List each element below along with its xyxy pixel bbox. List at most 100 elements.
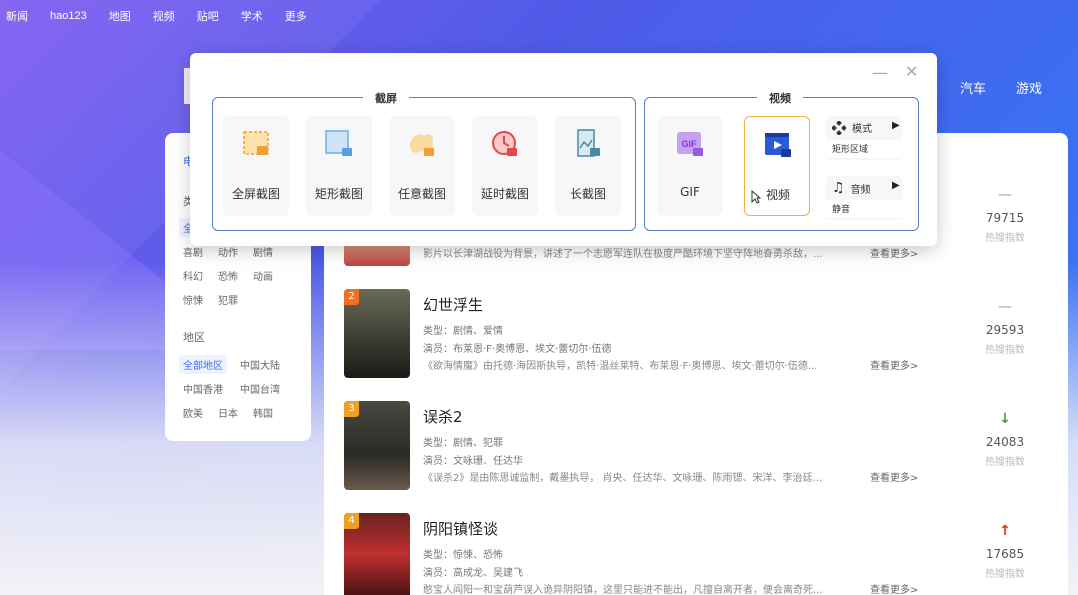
delay-capture-button[interactable]: 延时截图	[472, 116, 538, 216]
rank-badge: 2	[344, 289, 359, 305]
audio-value: 静音	[826, 200, 902, 218]
nav-link[interactable]: 视频	[153, 8, 175, 24]
region-chip[interactable]: 日本	[218, 405, 238, 420]
region-chip[interactable]: 中国大陆	[240, 357, 280, 372]
trend-flat-icon: —	[998, 299, 1012, 315]
trend-up-icon: ↑	[999, 523, 1011, 539]
screenshot-group-title: 截屏	[363, 90, 409, 106]
music-note-icon: ♫	[832, 180, 845, 196]
movie-cast: 演员：布莱恩·F·奥博恩、埃文·蕾切尔·伍德	[423, 344, 612, 355]
movie-cast: 演员：高成龙、吴建飞	[423, 568, 523, 579]
region-filter-label: 地区	[183, 331, 205, 344]
type-chip[interactable]: 科幻	[183, 268, 203, 283]
tool-label: GIF	[680, 185, 700, 199]
view-more-link[interactable]: 查看更多>	[870, 357, 918, 372]
list-item[interactable]: 2 幻世浮生 类型：剧情、爱情 演员：布莱恩·F·奥博恩、埃文·蕾切尔·伍德 《…	[344, 289, 1064, 389]
close-icon[interactable]: ✕	[905, 62, 918, 81]
movie-title[interactable]: 误杀2	[423, 406, 463, 427]
movie-type: 类型：惊悚、恐怖	[423, 550, 503, 561]
tool-label: 矩形截图	[314, 187, 363, 201]
hot-index-label: 热搜指数	[985, 457, 1025, 468]
view-more-link[interactable]: 查看更多>	[870, 469, 918, 484]
list-item[interactable]: 3 误杀2 类型：剧情、犯罪 演员：文咏珊、任达华 《误杀2》是由陈思诚监制，戴…	[344, 401, 1064, 501]
hot-index: 17685	[985, 547, 1025, 561]
category-link-car[interactable]: 汽车	[960, 78, 986, 97]
type-chip[interactable]: 动作	[218, 244, 238, 259]
minimize-icon[interactable]: —	[872, 63, 888, 82]
type-chip[interactable]: 惊悚	[183, 292, 203, 307]
movie-description: 憨宝人阎阳一和宝葫芦误入诡异阴阳镇，这里只能进不能出，凡擅自离开者，便会离奇死.…	[423, 585, 823, 595]
hot-index: 29593	[985, 323, 1025, 337]
movie-poster[interactable]: 3	[344, 401, 410, 490]
play-arrow-icon: ▶	[892, 120, 900, 131]
fullscreen-capture-icon	[243, 131, 269, 155]
trend-block: — 79715 热搜指数	[980, 187, 1030, 244]
type-chip[interactable]: 恐怖	[218, 268, 238, 283]
hot-index: 24083	[985, 435, 1025, 449]
play-arrow-icon: ▶	[892, 180, 900, 191]
audio-row: ♫ 音频 ▶	[832, 180, 902, 196]
gif-record-button[interactable]: GIF GIF	[657, 116, 723, 216]
region-chip-all[interactable]: 全部地区	[179, 355, 227, 374]
region-chip[interactable]: 韩国	[253, 405, 273, 420]
hot-index-label: 热搜指数	[985, 233, 1025, 244]
fullscreen-capture-button[interactable]: 全屏截图	[223, 116, 289, 216]
freeform-capture-icon	[410, 134, 434, 156]
list-item[interactable]: 4 阴阳镇怪谈 类型：惊悚、恐怖 演员：高成龙、吴建飞 憨宝人阎阳一和宝葫芦误入…	[344, 513, 1064, 595]
video-group: 视频 GIF GIF 视频 模式 ▶ 矩形区域 ♫ 音频 ▶ 静音	[644, 90, 919, 231]
movie-poster[interactable]: 2	[344, 289, 410, 378]
tool-label: 任意截图	[397, 187, 446, 201]
type-chip[interactable]: 喜剧	[183, 244, 203, 259]
audio-selector[interactable]: ♫ 音频 ▶ 静音	[826, 176, 902, 220]
tool-label: 全屏截图	[231, 187, 280, 201]
tool-label: 长截图	[569, 187, 606, 201]
mouse-cursor-icon	[751, 190, 761, 204]
video-group-title: 视频	[757, 90, 803, 106]
screenshot-group: 截屏 全屏截图 矩形截图 任意截图 延时截图 长截图	[212, 90, 636, 231]
nav-link[interactable]: 新闻	[6, 8, 28, 24]
rank-badge: 4	[344, 513, 359, 529]
trend-block: ↑ 17685 热搜指数	[980, 523, 1030, 580]
capture-tool-popup: — ✕ 截屏 全屏截图 矩形截图 任意截图 延时截图 长截图 视频 GIF GI…	[190, 53, 937, 246]
delay-capture-icon	[492, 131, 517, 156]
movie-description: 《误杀2》是由陈思诚监制，戴墨执导， 肖央、任达华、文咏珊、陈雨锶、宋洋、李治廷…	[423, 473, 823, 484]
mode-selector[interactable]: 模式 ▶ 矩形区域	[826, 116, 902, 160]
rect-capture-button[interactable]: 矩形截图	[306, 116, 372, 216]
view-more-link[interactable]: 查看更多>	[870, 581, 918, 595]
nav-link[interactable]: 学术	[241, 8, 263, 24]
mode-value: 矩形区域	[826, 140, 902, 158]
audio-label: 音频	[850, 184, 871, 196]
hot-index: 79715	[985, 211, 1025, 225]
movie-title[interactable]: 幻世浮生	[423, 294, 483, 315]
long-capture-button[interactable]: 长截图	[555, 116, 621, 216]
nav-link[interactable]: hao123	[50, 10, 87, 22]
header-category-nav: 汽车 游戏	[960, 78, 1072, 97]
nav-link[interactable]: 贴吧	[197, 8, 219, 24]
video-record-icon	[765, 133, 791, 157]
type-chip[interactable]: 剧情	[253, 244, 273, 259]
rect-capture-icon	[325, 130, 352, 156]
movie-type: 类型：剧情、爱情	[423, 326, 503, 337]
movie-poster[interactable]: 4	[344, 513, 410, 595]
rank-badge: 3	[344, 401, 359, 417]
type-chip[interactable]: 犯罪	[218, 292, 238, 307]
movie-description: 《欲海情魔》由托德·海因斯执导，凯特·温丝莱特、布莱恩·F·奥博恩、埃文·蕾切尔…	[423, 361, 818, 372]
mode-row: 模式 ▶	[832, 120, 902, 135]
region-chip[interactable]: 中国台湾	[240, 381, 280, 396]
freeform-capture-button[interactable]: 任意截图	[389, 116, 455, 216]
long-capture-icon	[577, 129, 600, 157]
mode-icon	[832, 120, 846, 135]
trend-block: ↓ 24083 热搜指数	[980, 411, 1030, 468]
nav-link[interactable]: 地图	[109, 8, 131, 24]
category-link-game[interactable]: 游戏	[1016, 78, 1042, 97]
nav-link[interactable]: 更多	[285, 8, 307, 24]
hot-index-label: 热搜指数	[985, 345, 1025, 356]
trend-block: — 29593 热搜指数	[980, 299, 1030, 356]
region-chip[interactable]: 欧美	[183, 405, 203, 420]
type-chip[interactable]: 动画	[253, 268, 273, 283]
trend-down-icon: ↓	[999, 411, 1011, 427]
region-chip[interactable]: 中国香港	[183, 381, 223, 396]
movie-type: 类型：剧情、犯罪	[423, 438, 503, 449]
movie-title[interactable]: 阴阳镇怪谈	[423, 518, 498, 539]
view-more-link[interactable]: 查看更多>	[870, 245, 918, 260]
